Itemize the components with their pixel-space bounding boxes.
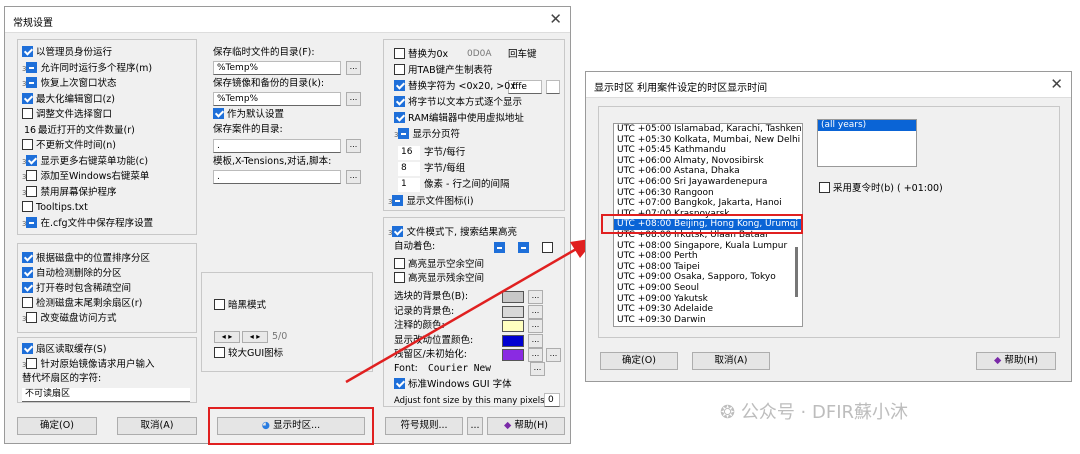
timezone-list-item[interactable]: UTC +09:00 Seoul [614,283,802,294]
years-list[interactable]: (all years) [817,119,917,167]
timezone-list-item[interactable]: UTC +09:00 Yakutsk [614,294,802,305]
timezone-list-item[interactable]: UTC +09:30 Darwin [614,315,802,326]
tz-dialog-title: 显示时区 利用案件设定的时区显示时间 [594,83,768,94]
timezone-list-item[interactable]: UTC +07:00 Bangkok, Jakarta, Hanoi [614,198,802,209]
wechat-icon: ❂ [720,402,736,423]
tz-close-icon[interactable]: ✕ [1050,75,1063,93]
timezone-list-item[interactable]: UTC +08:00 Perth [614,251,802,262]
timezone-list-item[interactable]: UTC +08:00 Taipei [614,262,802,273]
tz-title-bar: 显示时区 利用案件设定的时区显示时间 ✕ [586,72,1071,98]
timezone-list-item[interactable]: UTC +06:00 Sri Jayawardenepura [614,177,802,188]
watermark: ❂ 公众号 · DFIR蘇小沐 [720,402,909,423]
timezone-list-item[interactable]: UTC +08:00 Singapore, Kuala Lumpur [614,241,802,252]
timezone-list-item[interactable]: UTC +09:30 Adelaide [614,304,802,315]
tz-help-button[interactable]: ◆ 帮助(H) [976,352,1056,370]
timezone-list-item[interactable]: UTC +05:30 Kolkata, Mumbai, New Delhi [614,135,802,146]
timezone-dialog: 显示时区 利用案件设定的时区显示时间 ✕ UTC +05:00 Islamaba… [585,71,1072,382]
dst-checkbox[interactable]: 采用夏令时(b) ( +01:00) [819,182,943,196]
tz-help-book-icon: ◆ [994,355,1002,366]
timezone-list-item[interactable]: UTC +06:30 Rangoon [614,188,802,199]
highlight-beijing [601,214,803,234]
timezone-list-item[interactable]: UTC +09:00 Osaka, Sapporo, Tokyo [614,272,802,283]
timezone-list-item[interactable]: UTC +05:45 Kathmandu [614,145,802,156]
years-list-item[interactable]: (all years) [818,120,916,131]
tz-ok-button[interactable]: 确定(O) [600,352,678,370]
tz-cancel-button[interactable]: 取消(A) [692,352,770,370]
timezone-list-item[interactable]: UTC +06:00 Almaty, Novosibirsk [614,156,802,167]
timezone-list-item[interactable]: UTC +06:00 Astana, Dhaka [614,166,802,177]
timezone-list-item[interactable]: UTC +05:00 Islamabad, Karachi, Tashkent [614,124,802,135]
timezone-list-scrollbar[interactable] [795,247,798,297]
